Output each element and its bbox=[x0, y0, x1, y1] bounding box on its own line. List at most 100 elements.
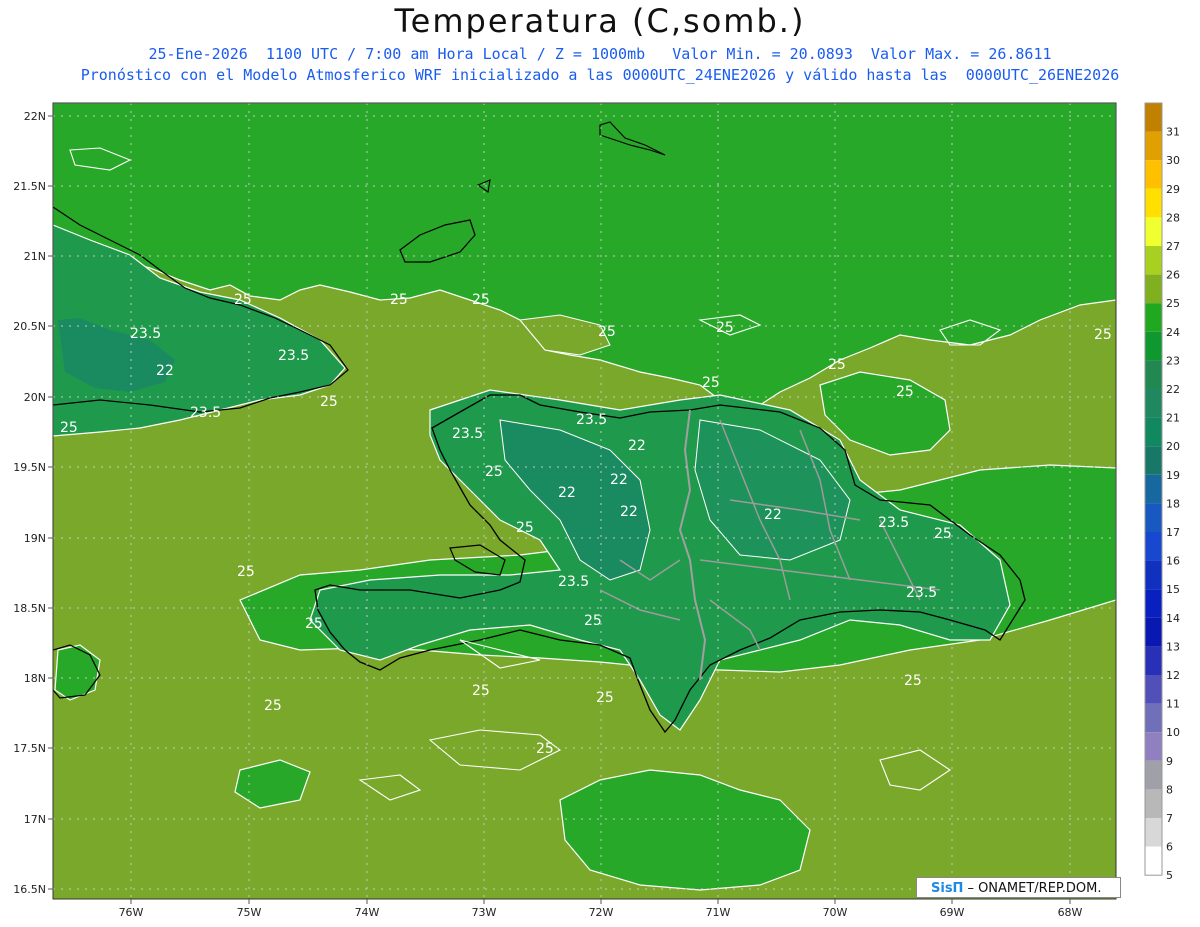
colorbar-swatch bbox=[1145, 331, 1162, 361]
colorbar-label: 9 bbox=[1166, 755, 1173, 768]
contour-label: 22 bbox=[620, 504, 638, 520]
contour-label: 25 bbox=[320, 394, 338, 410]
colorbar-swatch bbox=[1145, 532, 1162, 561]
contour-label: 25 bbox=[305, 616, 323, 632]
lon-label: 68W bbox=[1058, 906, 1083, 919]
colorbar-swatch bbox=[1145, 589, 1162, 618]
contour-label: 25 bbox=[472, 292, 490, 308]
colorbar-swatch bbox=[1145, 360, 1162, 389]
lon-label: 69W bbox=[940, 906, 965, 919]
colorbar-label: 25 bbox=[1166, 297, 1180, 310]
colorbar-label: 31 bbox=[1166, 126, 1180, 139]
contour-label: 22 bbox=[558, 485, 576, 501]
lon-label: 74W bbox=[355, 906, 380, 919]
sispi-logo: SisΠ bbox=[931, 881, 964, 896]
lon-ticks bbox=[130, 899, 1071, 904]
colorbar-label: 8 bbox=[1166, 783, 1173, 796]
colorbar-swatch bbox=[1145, 560, 1162, 590]
contour-label: 22 bbox=[628, 438, 646, 454]
contour-label: 25 bbox=[1094, 327, 1112, 343]
colorbar-swatch bbox=[1145, 732, 1162, 761]
lon-label: 73W bbox=[472, 906, 497, 919]
colorbar-swatch bbox=[1145, 303, 1162, 332]
map-field: 25 25 25 25 25 25 25 25 25 25 25 23.5 23… bbox=[53, 103, 1116, 899]
colorbar-label: 10 bbox=[1166, 726, 1180, 739]
colorbar-label: 27 bbox=[1166, 240, 1180, 253]
contour-label: 25 bbox=[60, 420, 78, 436]
colorbar-label: 19 bbox=[1166, 469, 1180, 482]
contour-label: 25 bbox=[536, 741, 554, 757]
lat-labels: 22N 21.5N 21N 20.5N 20N 19.5N 19N 18.5N … bbox=[13, 110, 46, 896]
contour-label: 23.5 bbox=[452, 426, 483, 442]
contour-label: 25 bbox=[584, 613, 602, 629]
colorbar-label: 13 bbox=[1166, 640, 1180, 653]
contour-label: 25 bbox=[904, 673, 922, 689]
colorbar-swatch bbox=[1145, 446, 1162, 475]
contour-label: 23.5 bbox=[576, 412, 607, 428]
colorbar-swatch bbox=[1145, 617, 1162, 647]
colorbar-label: 30 bbox=[1166, 154, 1180, 167]
colorbar-label: 29 bbox=[1166, 183, 1180, 196]
colorbar-swatch bbox=[1145, 217, 1162, 246]
contour-label: 25 bbox=[896, 384, 914, 400]
lat-label: 20N bbox=[24, 391, 46, 404]
contour-label: 25 bbox=[934, 526, 952, 542]
lat-label: 22N bbox=[24, 110, 46, 123]
colorbar-label: 11 bbox=[1166, 698, 1180, 711]
colorbar-swatch bbox=[1145, 103, 1162, 132]
contour-label: 25 bbox=[472, 683, 490, 699]
colorbar-swatch bbox=[1145, 646, 1162, 675]
colorbar-label: 18 bbox=[1166, 497, 1180, 510]
colorbar-swatch bbox=[1145, 474, 1162, 504]
lon-label: 70W bbox=[823, 906, 848, 919]
contour-label: 25 bbox=[264, 698, 282, 714]
contour-label: 22 bbox=[156, 363, 174, 379]
lon-label: 75W bbox=[237, 906, 262, 919]
colorbar-swatch bbox=[1145, 846, 1162, 876]
lat-label: 21.5N bbox=[13, 180, 46, 193]
contour-label: 23.5 bbox=[906, 585, 937, 601]
contour-label: 23.5 bbox=[278, 348, 309, 364]
colorbar-label: 7 bbox=[1166, 812, 1173, 825]
colorbar-swatch bbox=[1145, 417, 1162, 447]
contour-label: 25 bbox=[828, 357, 846, 373]
credit-text: – ONAMET/REP.DOM. bbox=[967, 881, 1102, 896]
colorbar-swatch bbox=[1145, 675, 1162, 704]
contour-label: 25 bbox=[516, 520, 534, 536]
colorbar-swatch bbox=[1145, 789, 1162, 818]
contour-label: 25 bbox=[485, 464, 503, 480]
colorbar-label: 24 bbox=[1166, 326, 1180, 339]
colorbar-swatch bbox=[1145, 503, 1162, 532]
lon-label: 71W bbox=[706, 906, 731, 919]
contour-label: 23.5 bbox=[190, 405, 221, 421]
colorbar-label: 15 bbox=[1166, 583, 1180, 596]
lat-label: 17.5N bbox=[13, 742, 46, 755]
contour-label: 25 bbox=[234, 292, 252, 308]
colorbar-label: 6 bbox=[1166, 841, 1173, 854]
colorbar-label: 23 bbox=[1166, 354, 1180, 367]
colorbar-swatch bbox=[1145, 246, 1162, 275]
colorbar-swatch bbox=[1145, 818, 1162, 847]
lon-label: 72W bbox=[589, 906, 614, 919]
contour-label: 23.5 bbox=[878, 515, 909, 531]
colorbar-swatch bbox=[1145, 389, 1162, 418]
contour-label: 23.5 bbox=[130, 326, 161, 342]
colorbar-swatch bbox=[1145, 160, 1162, 189]
lon-labels: 76W 75W 74W 73W 72W 71W 70W 69W 68W bbox=[119, 906, 1083, 919]
colorbar-label: 22 bbox=[1166, 383, 1180, 396]
contour-label: 22 bbox=[610, 472, 628, 488]
lat-label: 19N bbox=[24, 532, 46, 545]
colorbar-label: 14 bbox=[1166, 612, 1180, 625]
contour-label: 25 bbox=[596, 690, 614, 706]
colorbar-label: 21 bbox=[1166, 412, 1180, 425]
contour-label: 25 bbox=[716, 320, 734, 336]
lat-label: 19.5N bbox=[13, 461, 46, 474]
colorbar-swatch bbox=[1145, 703, 1162, 733]
colorbar-label: 26 bbox=[1166, 269, 1180, 282]
colorbar-swatch bbox=[1145, 274, 1162, 304]
colorbar-label: 28 bbox=[1166, 211, 1180, 224]
colorbar-label: 20 bbox=[1166, 440, 1180, 453]
lat-label: 18.5N bbox=[13, 602, 46, 615]
colorbar-swatch bbox=[1145, 188, 1162, 218]
contour-label: 25 bbox=[237, 564, 255, 580]
